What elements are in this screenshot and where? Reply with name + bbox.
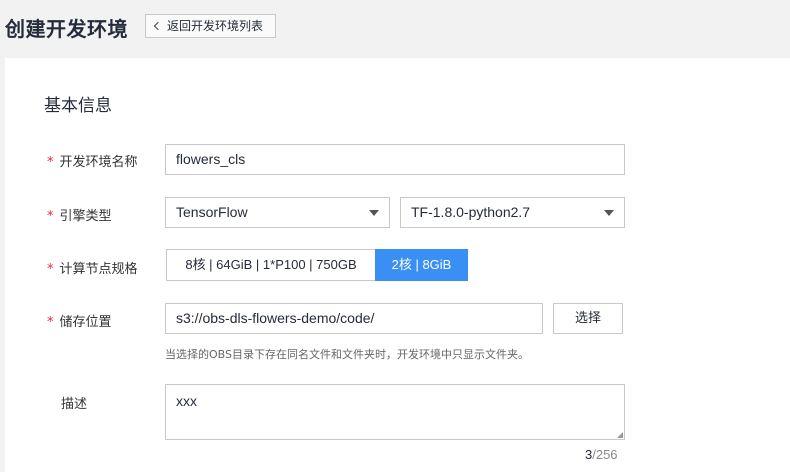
name-label: * 开发环境名称 <box>47 155 138 170</box>
page-header: 创建开发环境 返回开发环境列表 <box>0 0 790 56</box>
required-marker: * <box>47 262 54 277</box>
form-card: 基本信息 * 开发环境名称 flowers_cls * 引擎类型 TensorFlo… <box>5 58 790 472</box>
spec-option-gpu[interactable]: 8核 | 64GiB | 1*P100 | 750GB <box>166 249 376 281</box>
storage-hint: 当选择的OBS目录下存在同名文件和文件夹时，开发环境中只显示文件夹。 <box>165 348 529 361</box>
description-textarea[interactable]: xxx <box>165 384 625 440</box>
caret-down-icon <box>604 210 614 216</box>
choose-storage-button[interactable]: 选择 <box>553 303 623 334</box>
chevron-left-icon <box>153 21 163 31</box>
resize-grip-icon[interactable] <box>617 432 623 438</box>
required-marker: * <box>47 155 54 170</box>
required-marker: * <box>47 315 54 330</box>
caret-down-icon <box>369 210 379 216</box>
engine-type-select[interactable]: TensorFlow <box>165 197 390 228</box>
spec-option-cpu-selected[interactable]: 2核 | 8GiB <box>375 249 468 281</box>
required-marker: * <box>47 209 54 224</box>
spec-label: * 计算节点规格 <box>47 262 138 277</box>
section-title: 基本信息 <box>44 96 112 116</box>
engine-label: * 引擎类型 <box>47 209 112 224</box>
engine-version-select[interactable]: TF-1.8.0-python2.7 <box>400 197 625 228</box>
back-to-list-button[interactable]: 返回开发环境列表 <box>145 14 276 38</box>
name-input[interactable]: flowers_cls <box>165 144 625 175</box>
storage-path-input[interactable]: s3://obs-dls-flowers-demo/code/ <box>165 303 543 334</box>
back-button-label: 返回开发环境列表 <box>167 19 264 33</box>
storage-label: * 储存位置 <box>47 315 112 330</box>
description-label: 描述 <box>61 397 88 412</box>
char-counter: 3/256 <box>585 447 618 462</box>
page-title: 创建开发环境 <box>5 17 128 41</box>
